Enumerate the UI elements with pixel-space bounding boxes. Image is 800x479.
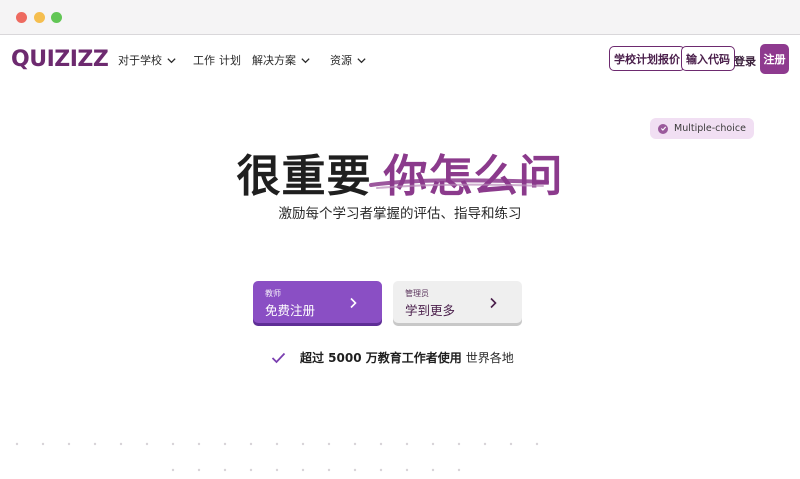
signup-button[interactable]: 注册 bbox=[760, 44, 789, 74]
nav-plans[interactable]: 计划 bbox=[219, 52, 241, 68]
nav-for-schools[interactable]: 对于学校 bbox=[118, 52, 177, 68]
checkmark-icon bbox=[271, 352, 286, 363]
hero-subtitle: 激励每个学习者掌握的评估、指导和练习 bbox=[278, 206, 522, 222]
chevron-right-icon bbox=[490, 297, 497, 309]
hero-title-main: 很重要 bbox=[236, 151, 372, 202]
nav-solutions[interactable]: 解决方案 bbox=[252, 52, 311, 68]
window-titlebar bbox=[0, 0, 800, 35]
nav-for-schools-label: 对于学校 bbox=[118, 54, 162, 67]
nav-resources[interactable]: 资源 bbox=[330, 52, 367, 68]
maximize-window-button[interactable] bbox=[51, 12, 62, 23]
hero-title: 很重要 你怎么问 bbox=[0, 140, 800, 204]
nav-solutions-label: 解决方案 bbox=[252, 54, 296, 67]
chevron-down-icon bbox=[167, 57, 176, 63]
nav-work[interactable]: 工作 bbox=[193, 52, 215, 68]
social-proof-rest: 世界各地 bbox=[465, 351, 514, 365]
nav-work-label: 工作 bbox=[193, 54, 215, 67]
top-navigation: QUIZIZZ 对于学校 工作 计划 解决方案 资源 学校计划报价 输入代码 登… bbox=[0, 36, 800, 82]
teacher-signup-button[interactable]: 教师 免费注册 bbox=[253, 281, 382, 323]
nav-plans-label: 计划 bbox=[219, 54, 241, 67]
close-window-button[interactable] bbox=[16, 12, 27, 23]
enter-code-button[interactable]: 输入代码 bbox=[681, 46, 735, 71]
minimize-window-button[interactable] bbox=[34, 12, 45, 23]
social-proof: 超过 5000 万教育工作者使用 世界各地 bbox=[271, 349, 514, 366]
admin-learn-more-button[interactable]: 管理员 学到更多 bbox=[393, 281, 522, 323]
quizizz-logo[interactable]: QUIZIZZ bbox=[11, 47, 109, 72]
social-proof-bold: 超过 5000 万教育工作者使用 bbox=[300, 351, 462, 365]
badge-label: Multiple-choice bbox=[674, 123, 746, 134]
check-circle-icon bbox=[658, 123, 668, 134]
chevron-down-icon bbox=[301, 57, 310, 63]
nav-resources-label: 资源 bbox=[330, 54, 352, 67]
question-type-badge: Multiple-choice bbox=[650, 118, 754, 139]
decorative-dot-pattern bbox=[15, 442, 539, 472]
school-pricing-button[interactable]: 学校计划报价 bbox=[609, 46, 685, 71]
chevron-down-icon bbox=[357, 57, 366, 63]
chevron-right-icon bbox=[350, 297, 357, 309]
brush-underline-decoration bbox=[369, 178, 549, 189]
login-link[interactable]: 登录 bbox=[734, 53, 756, 69]
